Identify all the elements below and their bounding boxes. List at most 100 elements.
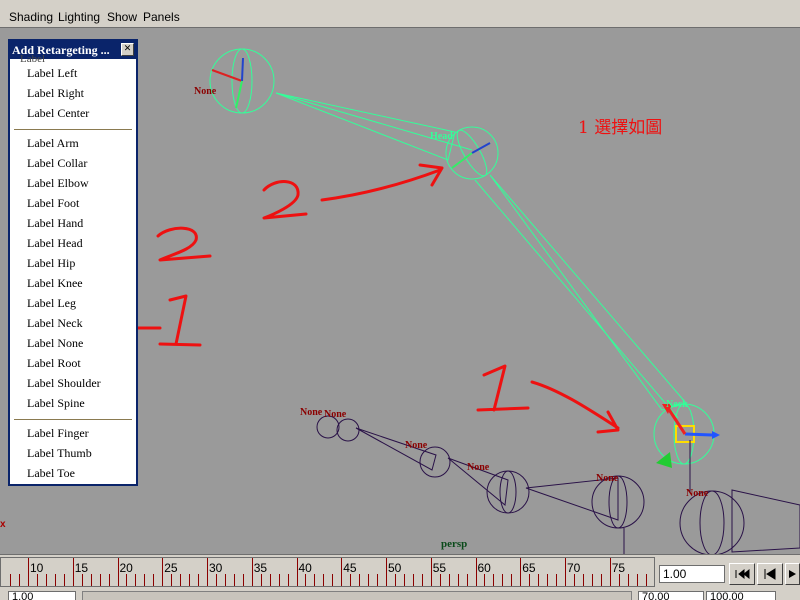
- go-to-start-button[interactable]: [757, 563, 783, 585]
- joint-label-top: None: [194, 86, 217, 97]
- step-back-button[interactable]: [729, 563, 755, 585]
- timeline-tick: [332, 574, 334, 586]
- timeline-tick-label: 70: [567, 561, 581, 575]
- menu-item-label-root[interactable]: Label Root: [27, 356, 81, 374]
- timeline-tick: [493, 574, 495, 586]
- menu-item-label-thumb[interactable]: Label Thumb: [27, 446, 92, 464]
- viewport-menubar: Shading Lighting Show Panels: [0, 7, 800, 28]
- menu-item-label-collar[interactable]: Label Collar: [27, 156, 87, 174]
- timeline-tick: [117, 558, 119, 586]
- drawn-2-near-head: [262, 180, 308, 220]
- timeline-tick: [90, 574, 92, 586]
- menu-item-label-arm[interactable]: Label Arm: [27, 136, 79, 154]
- timeline-tick-label: 40: [298, 561, 312, 575]
- menu-item-label-center[interactable]: Label Center: [27, 106, 89, 124]
- joint-label-leg-e: None: [596, 473, 619, 484]
- range-start-field[interactable]: 1.00: [8, 591, 76, 600]
- timeline-tick: [242, 574, 244, 586]
- menu-item-label-right[interactable]: Label Right: [27, 86, 84, 104]
- timeline-tick: [475, 558, 477, 586]
- menu-item-label-elbow[interactable]: Label Elbow: [27, 176, 89, 194]
- bone-head-neck: [489, 174, 687, 411]
- current-frame-field[interactable]: 1.00: [659, 565, 725, 583]
- joint-label-leg-d: None: [467, 462, 490, 473]
- range-end-field[interactable]: 70.00: [638, 591, 704, 600]
- timeline-tick: [305, 574, 307, 586]
- menu-item-label-none[interactable]: Label None: [27, 336, 83, 354]
- purple-skeleton: [316, 415, 800, 554]
- timeline-tick: [287, 574, 289, 586]
- timeline-tick-label: 60: [477, 561, 491, 575]
- joint-label-leg-a: None: [300, 407, 323, 418]
- timeline-tick-label: 30: [209, 561, 223, 575]
- timeline-tick-label: 20: [119, 561, 133, 575]
- menu-item-label-head[interactable]: Label Head: [27, 236, 83, 254]
- timeline-tick: [457, 574, 459, 586]
- menu-show[interactable]: Show: [107, 10, 137, 24]
- drawn-1-viewport: [476, 364, 530, 412]
- timeline-tick: [403, 574, 405, 586]
- go-to-start-icon: [764, 568, 776, 580]
- timeline-tick: [573, 574, 575, 586]
- timeline-tick: [19, 574, 21, 586]
- menu-item-label-foot[interactable]: Label Foot: [27, 196, 79, 214]
- timeline-tick: [45, 574, 47, 586]
- range-slider[interactable]: [82, 591, 632, 600]
- timeline-tick: [36, 574, 38, 586]
- bone-top-head: [275, 92, 456, 161]
- timeline-ruler[interactable]: 10 15 20 25 30 35 40 45 50 55 60 65 70 75: [0, 557, 655, 587]
- play-icon: [789, 570, 796, 578]
- timeline-tick: [448, 574, 450, 586]
- timeline-tick: [591, 574, 593, 586]
- menu-item-label-left[interactable]: Label Left: [27, 66, 77, 84]
- timeline-tick: [153, 574, 155, 586]
- timeline-tick: [368, 574, 370, 586]
- timeline-tick-label: 15: [74, 561, 89, 575]
- timeline-tick-label: 10: [30, 561, 44, 575]
- timeline-tick: [511, 574, 513, 586]
- menu-item-label-shoulder[interactable]: Label Shoulder: [27, 376, 101, 394]
- timeline-tick: [323, 574, 325, 586]
- timeline-tick: [189, 574, 191, 586]
- timeline-tick: [341, 558, 343, 586]
- timeline-tick: [81, 574, 83, 586]
- timeline-tick-label: 25: [164, 561, 178, 575]
- menu-separator: [14, 419, 132, 420]
- menu-item-label-finger[interactable]: Label Finger: [27, 426, 89, 444]
- timeline-tick: [198, 574, 200, 586]
- timeline-tick: [430, 558, 432, 586]
- arrow-2-to-head: [320, 168, 442, 202]
- timeline-tick: [386, 558, 387, 586]
- timeline-tick: [556, 574, 558, 586]
- menu-panels[interactable]: Panels: [143, 10, 180, 24]
- timeline-tick: [54, 574, 56, 586]
- timeline-tick: [359, 574, 361, 586]
- instruction-text: 1 選擇如圖: [578, 118, 662, 138]
- timeline-tick: [278, 574, 280, 586]
- playback-end-field[interactable]: 100.00: [706, 591, 776, 600]
- arrow-1-to-neck: [530, 380, 620, 430]
- timeline-tick: [421, 574, 423, 586]
- menu-item-label-neck[interactable]: Label Neck: [27, 316, 83, 334]
- maya-window: Shading Lighting Show Panels None Head N…: [0, 0, 800, 600]
- menu-item-label-hand[interactable]: Label Hand: [27, 216, 83, 234]
- step-back-icon: [735, 568, 750, 580]
- menu-item-label-leg[interactable]: Label Leg: [27, 296, 76, 314]
- timeline-tick: [126, 574, 128, 586]
- timeline-tick: [439, 574, 441, 586]
- timeline-tick: [377, 574, 379, 586]
- menu-item-label-hip[interactable]: Label Hip: [27, 256, 75, 274]
- menu-lighting[interactable]: Lighting: [58, 10, 100, 24]
- timeline-tick-label: 65: [522, 561, 536, 575]
- timeline-tick: [215, 574, 217, 586]
- menu-item-label-spine[interactable]: Label Spine: [27, 396, 85, 414]
- time-slider: 10 15 20 25 30 35 40 45 50 55 60 65 70 75 1.00 1.00 7…: [0, 554, 800, 600]
- play-button[interactable]: [785, 563, 800, 585]
- timeline-tick: [144, 574, 146, 586]
- add-retargeting-menu: Add Retargeting ... ✕ Label Label Left L…: [8, 39, 138, 486]
- menu-item-label-toe[interactable]: Label Toe: [27, 466, 75, 484]
- menu-shading[interactable]: Shading: [9, 10, 53, 24]
- menu-item-label-knee[interactable]: Label Knee: [27, 276, 83, 294]
- edge-axis-mark: x: [0, 519, 6, 530]
- range-slider-row: 1.00 70.00 100.00: [0, 591, 800, 600]
